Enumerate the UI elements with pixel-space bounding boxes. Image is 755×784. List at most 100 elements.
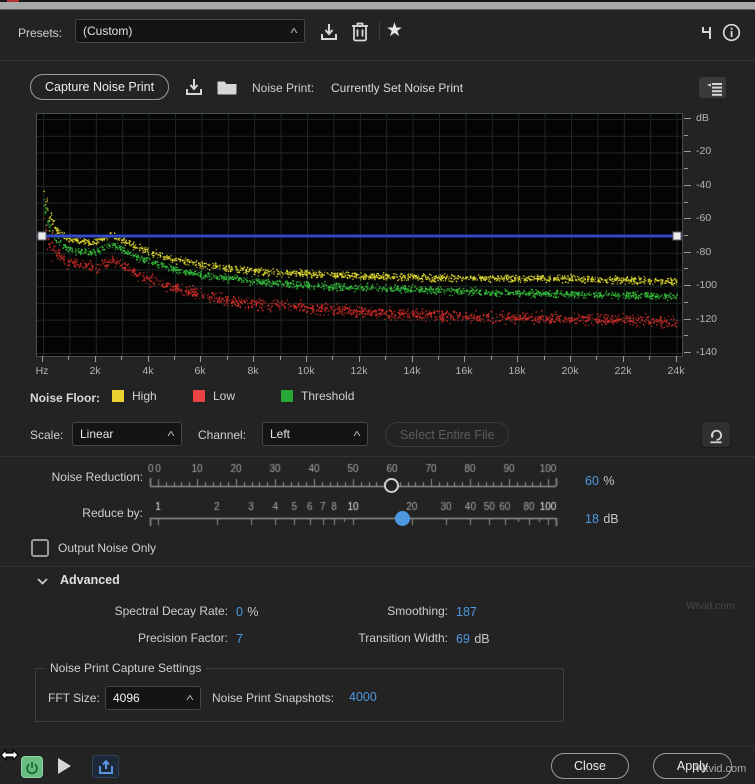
legend-swatch: [281, 390, 293, 402]
routing-button[interactable]: [698, 24, 715, 41]
preview-play-button[interactable]: [58, 758, 71, 774]
scale-label: Scale:: [30, 428, 63, 442]
select-entire-file-button: Select Entire File: [385, 422, 509, 447]
chevron-down-icon: ˄: [186, 693, 194, 704]
axis-tick: [464, 356, 465, 362]
frequency-axis-label: 10k: [296, 365, 316, 377]
axis-tick: [42, 356, 43, 362]
channel-select[interactable]: Left ˄: [262, 422, 368, 446]
fft-size-value: 4096: [113, 691, 140, 705]
axis-tick: [684, 319, 691, 320]
axis-tick: [684, 118, 691, 119]
noise-print-snapshots-label: Noise Print Snapshots:: [212, 691, 334, 705]
precision-factor-value[interactable]: 7: [236, 630, 243, 648]
chevron-down-icon: ˄: [353, 429, 361, 440]
noise-floor-canvas[interactable]: [37, 114, 682, 356]
noise-reduction-slider[interactable]: [148, 460, 568, 494]
axis-tick: [95, 356, 96, 362]
fft-size-select[interactable]: 4096 ˄: [105, 686, 201, 710]
axis-tick: [684, 202, 688, 203]
loop-playback-icon: [98, 760, 114, 775]
apply-button[interactable]: Apply: [653, 753, 732, 779]
advanced-header[interactable]: Advanced: [60, 573, 120, 587]
noise-reduction-value: 60 %: [585, 472, 614, 490]
axis-tick: [684, 185, 691, 186]
axis-tick: [684, 335, 688, 336]
legend-item-high: High: [112, 389, 157, 403]
save-preset-button[interactable]: [319, 22, 339, 42]
chevron-down-icon[interactable]: [37, 578, 48, 585]
info-icon: [722, 23, 741, 42]
output-noise-only-checkbox[interactable]: [31, 539, 49, 557]
smoothing-value[interactable]: 187: [456, 603, 477, 621]
load-noise-print-button[interactable]: [216, 78, 238, 96]
legend-swatch: [112, 390, 124, 402]
axis-tick: [306, 356, 307, 362]
frequency-axis-label: 8k: [243, 365, 263, 377]
frequency-axis-label: 16k: [454, 365, 474, 377]
chevron-down-icon: ˄​: [290, 26, 298, 37]
db-axis-label: -80: [696, 246, 711, 258]
precision-factor-label: Precision Factor:: [0, 631, 228, 645]
loop-playback-button[interactable]: [92, 755, 119, 778]
noise-print-label: Noise Print:: [252, 81, 314, 95]
spectral-decay-rate-label: Spectral Decay Rate:: [0, 604, 228, 618]
panel-menu-button[interactable]: [699, 77, 726, 98]
preset-select[interactable]: (Custom) ˄​: [75, 19, 305, 43]
axis-tick: [649, 356, 650, 360]
axis-tick: [684, 135, 688, 136]
save-noise-print-button[interactable]: [184, 77, 204, 97]
folder-icon: [216, 78, 238, 96]
favorite-preset-button[interactable]: ★: [386, 20, 403, 42]
axis-tick: [359, 356, 360, 362]
axis-tick: [227, 356, 228, 360]
divider: [0, 456, 755, 457]
frequency-axis: Hz2k4k6k8k10k12k14k16k18k20k22k24k: [36, 356, 716, 382]
reduce-by-slider[interactable]: [148, 498, 568, 532]
noise-floor-graph[interactable]: [36, 113, 683, 357]
noise-floor-legend-label: Noise Floor:: [30, 391, 100, 405]
trash-icon: [351, 21, 369, 42]
fft-size-label: FFT Size:: [48, 691, 100, 705]
noise-print-snapshots-value[interactable]: 4000: [349, 690, 377, 704]
reduce-by-value: 18 dB: [585, 510, 619, 528]
frequency-axis-label: 4k: [138, 365, 158, 377]
noise-reduction-label: Noise Reduction:: [0, 470, 143, 484]
axis-tick: [200, 356, 201, 362]
db-axis-label: -100: [696, 279, 717, 291]
save-icon: [184, 77, 204, 97]
axis-tick: [332, 356, 333, 360]
frequency-axis-label: 20k: [560, 365, 580, 377]
legend-label: Threshold: [301, 389, 354, 403]
scale-select[interactable]: Linear ˄: [72, 422, 182, 446]
panel-menu-icon: [707, 83, 723, 96]
axis-tick: [684, 168, 688, 169]
group-title: Noise Print Capture Settings: [45, 661, 206, 675]
legend-label: High: [132, 389, 157, 403]
axis-tick: [385, 356, 386, 360]
transition-width-label: Transition Width:: [250, 631, 448, 645]
axis-tick: [517, 356, 518, 362]
divider: [0, 566, 755, 567]
watermark: Wtvid.com: [686, 600, 735, 612]
window-titlebar: [0, 2, 755, 10]
info-button[interactable]: [722, 23, 741, 42]
axis-tick: [684, 268, 688, 269]
legend-label: Low: [213, 389, 235, 403]
capture-noise-print-button[interactable]: Capture Noise Print: [30, 74, 169, 100]
delete-preset-button[interactable]: [351, 21, 369, 42]
toggle-effect-power-button[interactable]: [21, 756, 43, 778]
move-cursor: [0, 745, 20, 765]
reset-button[interactable]: [701, 421, 731, 448]
save-icon: [319, 22, 339, 42]
power-icon: [25, 761, 39, 775]
noise-reduction-knob[interactable]: [384, 478, 399, 493]
legend-item-low: Low: [193, 389, 235, 403]
axis-tick: [684, 302, 688, 303]
preset-select-value: (Custom): [83, 24, 132, 38]
transition-width-value[interactable]: 69 dB: [456, 630, 490, 648]
axis-tick: [68, 356, 69, 360]
axis-tick: [684, 352, 691, 353]
divider: [0, 60, 755, 61]
close-button[interactable]: Close: [551, 753, 629, 779]
